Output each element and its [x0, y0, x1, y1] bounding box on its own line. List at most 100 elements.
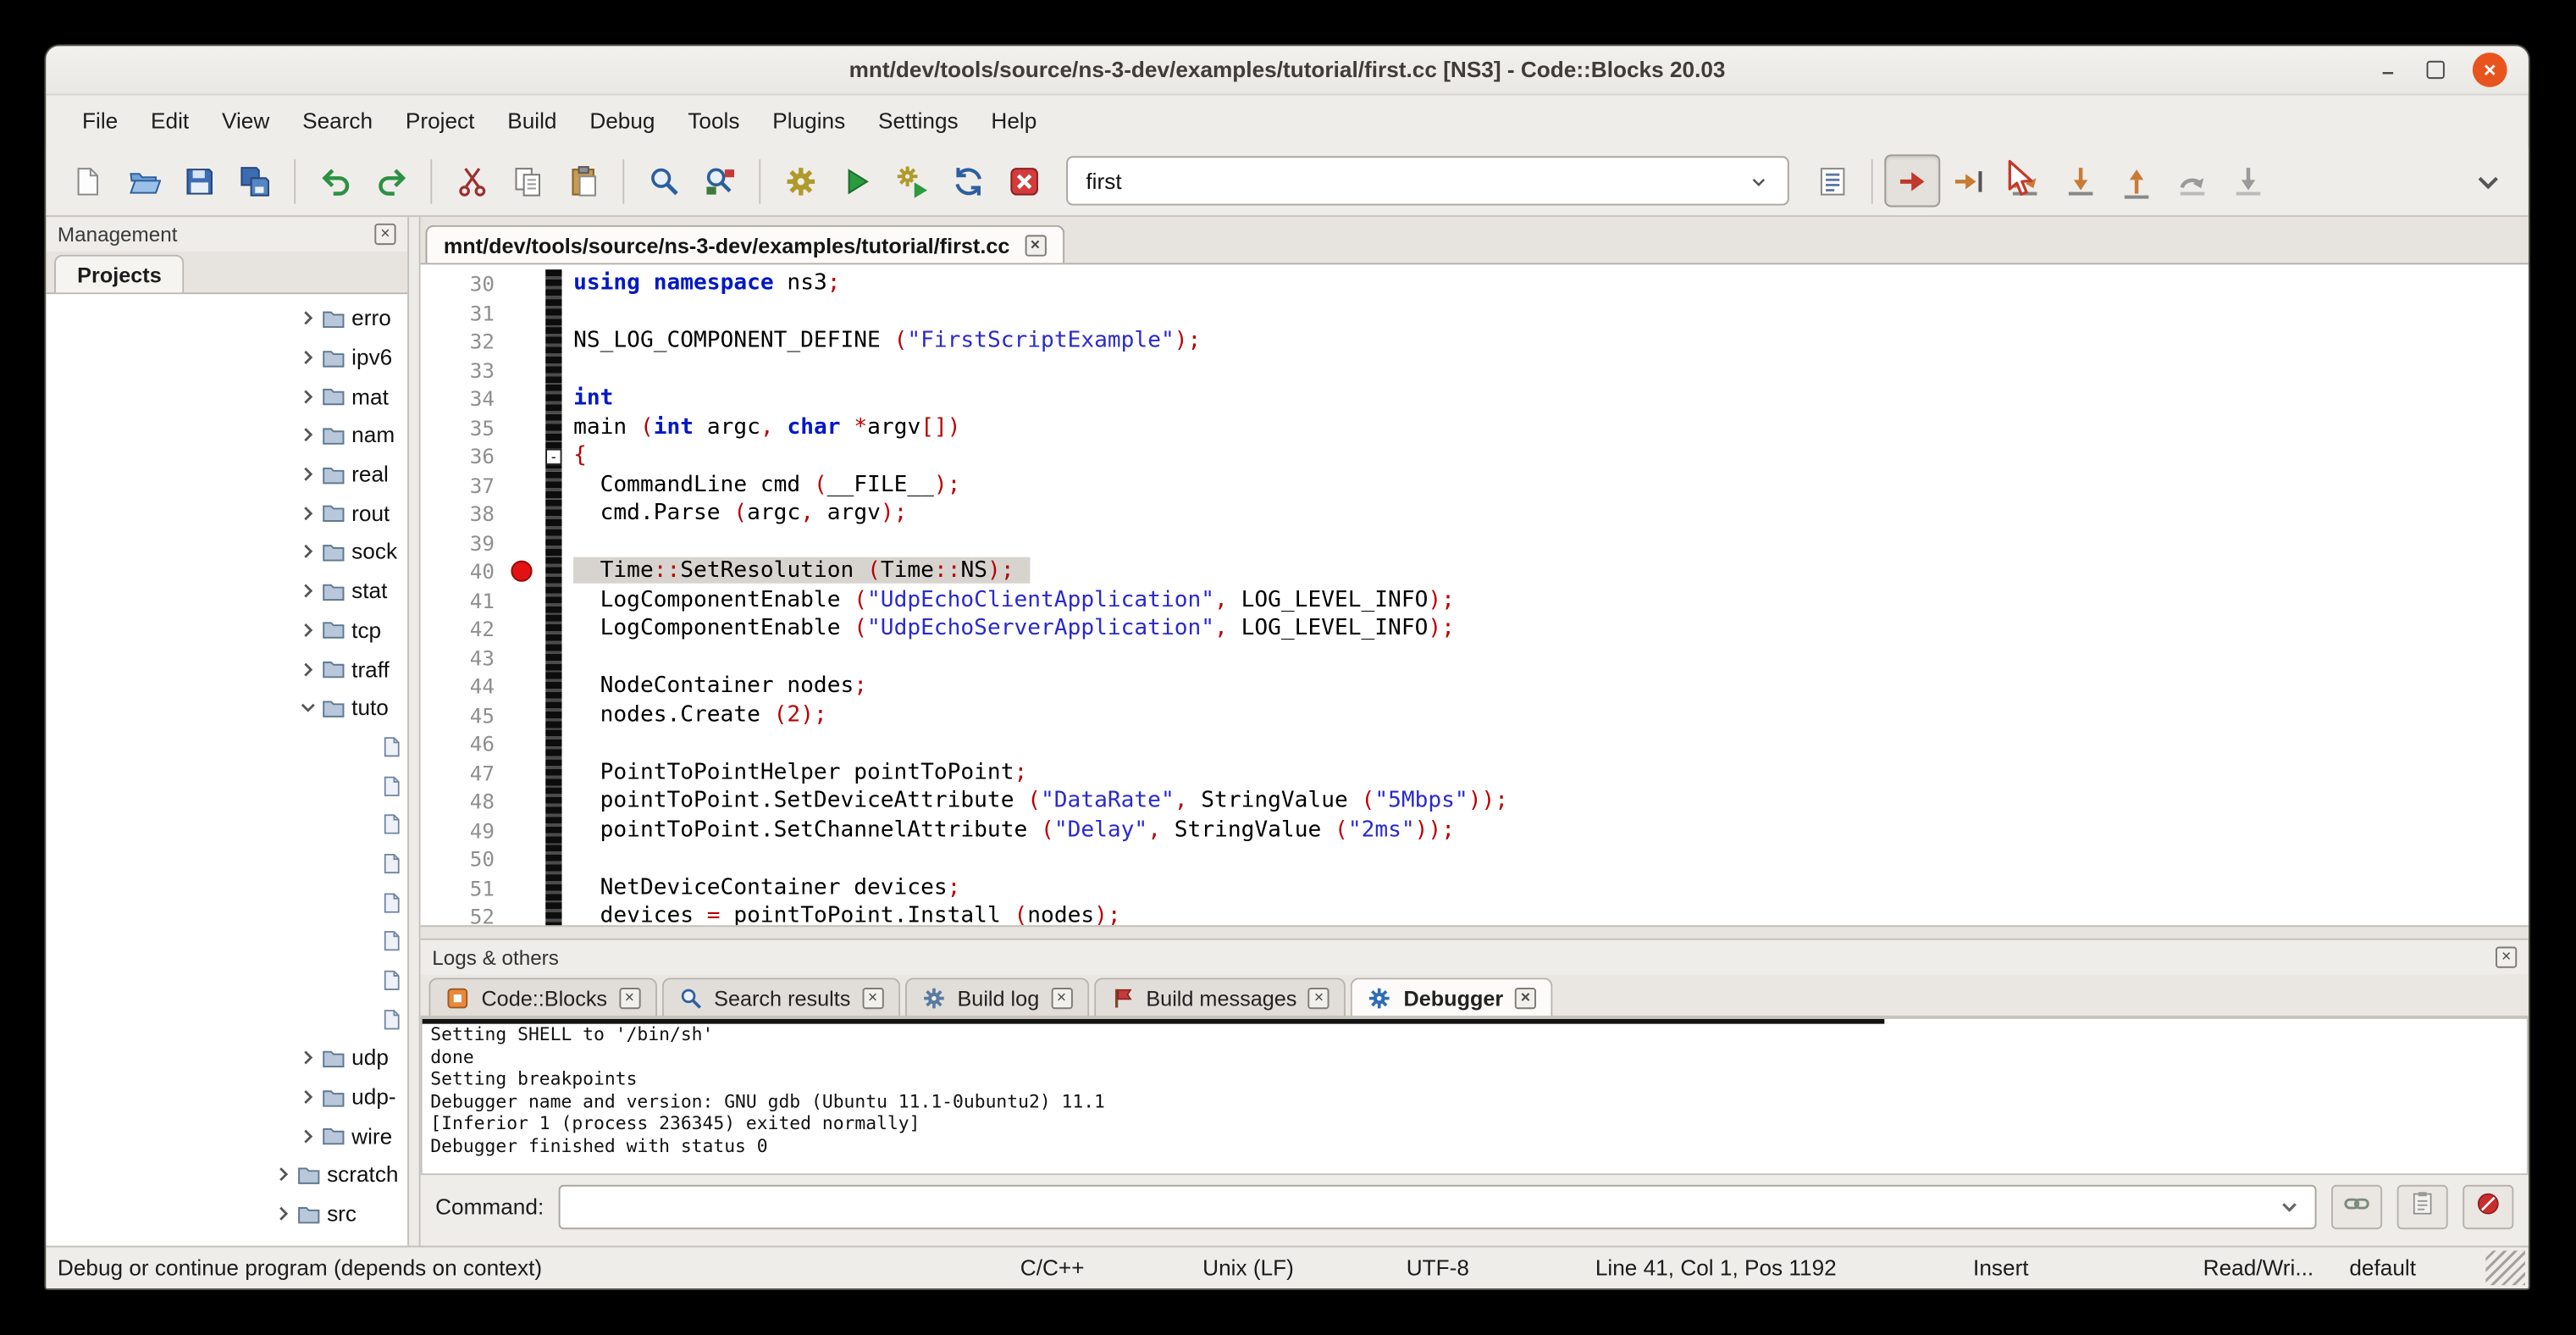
maximize-button[interactable]	[2427, 61, 2445, 79]
tree-item-traff[interactable]: traff	[46, 650, 407, 689]
chevron-right-icon[interactable]	[297, 1047, 318, 1070]
tree-item-tcp[interactable]: tcp	[46, 611, 407, 650]
fold-margin[interactable]	[542, 500, 567, 529]
tree-item-fir[interactable]: fir	[46, 767, 407, 806]
chevron-down-icon[interactable]	[1748, 170, 1769, 191]
tree-item-real[interactable]: real	[46, 455, 407, 494]
breakpoint-margin[interactable]	[506, 701, 543, 729]
minimize-button[interactable]: –	[2377, 59, 2398, 80]
chevron-right-icon[interactable]	[297, 385, 318, 407]
breakpoint-margin[interactable]	[506, 529, 543, 557]
tree-item-src[interactable]: src	[46, 1194, 407, 1233]
close-button[interactable]: ×	[2473, 53, 2507, 87]
build-and-run-button[interactable]	[884, 154, 940, 207]
search-options-button[interactable]	[1804, 154, 1860, 207]
tab-close-icon[interactable]: ×	[1308, 987, 1329, 1008]
stop-debugger-button[interactable]	[2463, 1184, 2513, 1228]
fold-margin[interactable]	[542, 586, 567, 615]
breakpoint-margin[interactable]	[506, 269, 543, 298]
chevron-down-icon[interactable]	[2279, 1195, 2300, 1216]
breakpoint-margin[interactable]	[506, 471, 543, 500]
tree-item-se[interactable]: se	[46, 922, 407, 961]
breakpoint-margin[interactable]	[506, 442, 543, 471]
menu-help[interactable]: Help	[975, 102, 1053, 140]
step-into-button[interactable]	[2052, 154, 2108, 207]
fold-margin[interactable]	[542, 673, 567, 701]
menu-plugins[interactable]: Plugins	[756, 102, 862, 140]
fold-margin[interactable]	[542, 356, 567, 385]
breakpoint-margin[interactable]	[506, 413, 543, 442]
rebuild-button[interactable]	[940, 154, 996, 207]
tree-item-he[interactable]: he	[46, 844, 407, 883]
fold-margin[interactable]	[542, 701, 567, 729]
run-to-cursor-button[interactable]	[1940, 154, 1996, 207]
chevron-right-icon[interactable]	[273, 1202, 294, 1225]
horizontal-splitter[interactable]	[421, 925, 2529, 939]
copy-log-button[interactable]	[2397, 1184, 2448, 1228]
tab-close-icon[interactable]: ×	[619, 987, 640, 1008]
breakpoint-margin[interactable]	[506, 327, 543, 356]
toolbar-overflow-button[interactable]	[2459, 154, 2515, 207]
breakpoint-margin[interactable]	[506, 873, 543, 902]
fold-margin[interactable]	[542, 873, 567, 902]
fold-margin[interactable]	[542, 787, 567, 816]
copy-button[interactable]	[500, 154, 556, 207]
code-editor[interactable]: 30using namespace ns3;3132NS_LOG_COMPONE…	[421, 264, 2529, 925]
breakpoint-margin[interactable]	[506, 758, 543, 787]
editor-tab-first-cc[interactable]: mnt/dev/tools/source/ns-3-dev/examples/t…	[425, 225, 1064, 263]
breakpoint-marker[interactable]	[511, 561, 532, 582]
paste-button[interactable]	[556, 154, 611, 207]
fold-margin[interactable]	[542, 327, 567, 356]
next-instruction-button[interactable]	[2164, 154, 2219, 207]
tree-item-rout[interactable]: rout	[46, 494, 407, 533]
tree-item-tuto[interactable]: tuto	[46, 689, 407, 728]
log-tab-code-blocks[interactable]: Code::Blocks×	[428, 978, 656, 1016]
fold-margin[interactable]	[542, 269, 567, 298]
title-bar[interactable]: mnt/dev/tools/source/ns-3-dev/examples/t…	[46, 46, 2528, 95]
fold-margin[interactable]	[542, 845, 567, 873]
tree-item-udp[interactable]: udp	[46, 1039, 407, 1077]
log-tab-build-messages[interactable]: Build messages×	[1093, 978, 1346, 1016]
save-button[interactable]	[171, 154, 227, 207]
command-input[interactable]	[559, 1184, 2317, 1228]
tree-item-fo[interactable]: fo	[46, 806, 407, 845]
save-all-button[interactable]	[227, 154, 283, 207]
breakpoint-margin[interactable]	[506, 557, 543, 586]
tree-item-mat[interactable]: mat	[46, 377, 407, 416]
chevron-right-icon[interactable]	[273, 1164, 294, 1187]
log-tab-build-log[interactable]: Build log×	[904, 978, 1088, 1016]
step-into-instruction-button[interactable]	[2219, 154, 2275, 207]
breakpoint-margin[interactable]	[506, 586, 543, 615]
chevron-right-icon[interactable]	[297, 1086, 318, 1109]
tree-item-sock[interactable]: sock	[46, 533, 407, 572]
fold-margin[interactable]	[542, 413, 567, 442]
undo-button[interactable]	[307, 154, 363, 207]
log-tab-search-results[interactable]: Search results×	[661, 978, 899, 1016]
breakpoint-margin[interactable]	[506, 298, 543, 327]
tree-item-se[interactable]: se	[46, 883, 407, 922]
breakpoint-margin[interactable]	[506, 673, 543, 701]
tab-close-icon[interactable]: ×	[1515, 987, 1536, 1008]
menu-tools[interactable]: Tools	[672, 102, 756, 140]
tree-item-ipv6[interactable]: ipv6	[46, 338, 407, 377]
chevron-down-icon[interactable]	[297, 696, 318, 719]
logs-close-icon[interactable]: ×	[2496, 946, 2517, 967]
menu-edit[interactable]: Edit	[135, 102, 206, 140]
step-out-button[interactable]	[2108, 154, 2164, 207]
tree-item-stat[interactable]: stat	[46, 572, 407, 611]
menu-debug[interactable]: Debug	[573, 102, 672, 140]
breakpoint-margin[interactable]	[506, 356, 543, 385]
run-button[interactable]	[828, 154, 884, 207]
redo-button[interactable]	[363, 154, 419, 207]
incremental-search-input[interactable]: first	[1066, 156, 1789, 205]
chevron-right-icon[interactable]	[297, 579, 318, 602]
breakpoint-margin[interactable]	[506, 385, 543, 413]
fold-margin[interactable]	[542, 471, 567, 500]
tab-close-icon[interactable]: ×	[1051, 987, 1072, 1008]
fold-open-icon[interactable]: -	[545, 449, 561, 465]
menu-project[interactable]: Project	[390, 102, 491, 140]
vertical-splitter[interactable]	[407, 217, 421, 1246]
menu-build[interactable]: Build	[491, 102, 573, 140]
chevron-right-icon[interactable]	[297, 501, 318, 524]
tab-close-icon[interactable]: ×	[862, 987, 883, 1008]
